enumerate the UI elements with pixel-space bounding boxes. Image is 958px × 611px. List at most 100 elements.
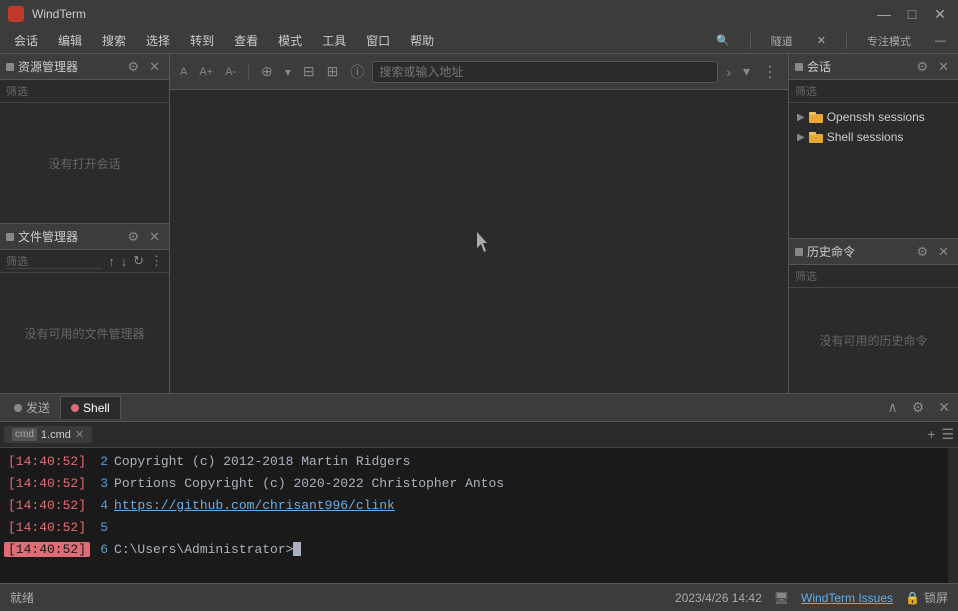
resource-panel-title: 资源管理器 <box>18 58 120 75</box>
file-close-icon[interactable]: ✕ <box>146 228 163 246</box>
session-filter[interactable] <box>789 80 958 103</box>
term-cursor <box>293 542 301 556</box>
term-text-5: C:\Users\Administrator> <box>114 542 301 557</box>
folder-icon-1 <box>809 111 823 123</box>
app-icon <box>8 6 24 22</box>
term-linenum-1: 2 <box>90 454 114 469</box>
text-A-plus[interactable]: A+ <box>195 66 217 78</box>
resource-gear-icon[interactable]: ⚙ <box>124 58 142 76</box>
resource-filter[interactable] <box>0 80 169 103</box>
text-A-minus[interactable]: A- <box>221 66 240 78</box>
inner-tab-label: 1.cmd <box>41 429 71 441</box>
session-close-icon[interactable]: ✕ <box>935 58 952 76</box>
menu-select[interactable]: 选择 <box>136 28 180 53</box>
history-filter-input[interactable] <box>795 271 952 283</box>
session-item-openssh[interactable]: ▶ Openssh sessions <box>793 107 954 127</box>
menu-edit[interactable]: 编辑 <box>48 28 92 53</box>
info-icon: ⓘ <box>346 60 368 84</box>
status-datetime: 2023/4/26 14:42 <box>675 591 762 605</box>
history-panel-header: 历史命令 ⚙ ✕ <box>789 239 958 265</box>
resource-close-icon[interactable]: ✕ <box>146 58 163 76</box>
tunnel-btn[interactable]: 隧道 <box>763 31 801 51</box>
address-bar[interactable] <box>372 61 718 83</box>
menu-session[interactable]: 会话 <box>4 28 48 53</box>
history-panel-dot <box>795 248 803 256</box>
menu-view[interactable]: 查看 <box>224 28 268 53</box>
file-filter[interactable] <box>6 254 102 269</box>
shell-tab-dot <box>71 404 79 412</box>
inner-tab-cmd[interactable]: cmd 1.cmd ✕ <box>4 426 92 443</box>
terminal-close-icon[interactable]: ✕ <box>934 397 954 418</box>
file-down-icon[interactable]: ↓ <box>121 254 128 269</box>
file-gear-icon[interactable]: ⚙ <box>124 228 142 246</box>
minimize-button[interactable]: — <box>874 4 894 24</box>
history-filter[interactable] <box>789 265 958 288</box>
table-row: [14:40:52] 2 Copyright (c) 2012-2018 Mar… <box>0 450 948 472</box>
text-A-large[interactable]: A <box>176 66 191 78</box>
terminal-gear-icon[interactable]: ⚙ <box>908 397 929 418</box>
file-up-icon[interactable]: ↑ <box>108 254 115 269</box>
terminal-chevron-up[interactable]: ∧ <box>883 397 901 418</box>
file-panel-dot <box>6 233 14 241</box>
file-refresh-icon[interactable]: ↻ <box>133 253 144 269</box>
inner-tab-actions: + ☰ <box>927 426 954 443</box>
separator2 <box>846 33 847 49</box>
resource-empty: 没有打开会话 <box>0 103 169 223</box>
menu-tools[interactable]: 工具 <box>312 28 356 53</box>
x-btn[interactable]: ✕ <box>809 32 834 49</box>
dropdown-icon2[interactable]: ▾ <box>739 61 754 82</box>
file-filter-input[interactable] <box>6 256 102 268</box>
term-time-4: [14:40:52] <box>4 520 90 535</box>
new-tab-icon[interactable]: ⊕ <box>257 61 277 82</box>
terminal-tab-right: ∧ ⚙ ✕ <box>883 397 954 418</box>
menu-search[interactable]: 搜索 <box>92 28 136 53</box>
terminal-tabs: 发送 Shell ∧ ⚙ ✕ <box>0 394 958 422</box>
menu-bar: 会话 编辑 搜索 选择 转到 查看 模式 工具 窗口 帮助 🔍 隧道 ✕ 专注模… <box>0 28 958 54</box>
file-panel-actions: ⚙ ✕ <box>124 228 163 246</box>
split-icon[interactable]: ⊟ <box>299 61 319 82</box>
dropdown-arrow[interactable]: ▾ <box>281 63 295 81</box>
minimize-toolbar-btn[interactable]: — <box>927 33 954 49</box>
menu-help[interactable]: 帮助 <box>400 28 444 53</box>
history-gear-icon[interactable]: ⚙ <box>913 243 931 261</box>
send-tab-label: 发送 <box>26 399 50 416</box>
inner-tab-close[interactable]: ✕ <box>75 428 84 441</box>
browser-more-icon[interactable]: ⋮ <box>758 60 782 84</box>
shell-tab-label: Shell <box>83 401 110 415</box>
term-time-3: [14:40:52] <box>4 498 90 513</box>
session-panel-dot <box>795 63 803 71</box>
menu-goto[interactable]: 转到 <box>180 28 224 53</box>
session-filter-input[interactable] <box>795 86 952 98</box>
term-output-wrap: [14:40:52] 2 Copyright (c) 2012-2018 Mar… <box>0 448 958 583</box>
forward-icon[interactable]: › <box>722 62 735 82</box>
session-panel-actions: ⚙ ✕ <box>913 58 952 76</box>
term-text-3[interactable]: https://github.com/chrisant996/clink <box>114 498 395 513</box>
menu-window[interactable]: 窗口 <box>356 28 400 53</box>
pin-icon[interactable]: ⊞ <box>323 61 343 82</box>
resource-filter-input[interactable] <box>6 86 163 98</box>
term-time-1: [14:40:52] <box>4 454 90 469</box>
windterm-issues-link[interactable]: WindTerm Issues <box>801 591 893 605</box>
file-more-icon[interactable]: ⋮ <box>150 253 163 269</box>
cursor-icon <box>469 230 489 254</box>
send-tab-dot <box>14 404 22 412</box>
maximize-button[interactable]: □ <box>902 4 922 24</box>
session-item-shell[interactable]: ▶ Shell sessions <box>793 127 954 147</box>
menu-mode[interactable]: 模式 <box>268 28 312 53</box>
add-tab-btn[interactable]: + <box>927 426 935 443</box>
terminal-scrollbar[interactable] <box>948 448 958 583</box>
term-linenum-5: 6 <box>90 542 114 557</box>
table-row: [14:40:52] 4 https://github.com/chrisant… <box>0 494 948 516</box>
list-tabs-btn[interactable]: ☰ <box>941 426 954 443</box>
close-button[interactable]: ✕ <box>930 4 950 24</box>
send-tab[interactable]: 发送 <box>4 395 60 420</box>
title-bar: WindTerm — □ ✕ <box>0 0 958 28</box>
file-panel-header: 文件管理器 ⚙ ✕ <box>0 224 169 250</box>
focus-mode-btn[interactable]: 专注模式 <box>859 31 919 51</box>
history-close-icon[interactable]: ✕ <box>935 243 952 261</box>
terminal-content: cmd 1.cmd ✕ + ☰ [14:40:52] 2 Copyright (… <box>0 422 958 583</box>
shell-tab[interactable]: Shell <box>60 396 121 419</box>
session-gear-icon[interactable]: ⚙ <box>913 58 931 76</box>
lock-screen-btn[interactable]: 🔒 锁屏 <box>905 589 948 606</box>
search-toolbar-btn[interactable]: 🔍 <box>708 32 738 49</box>
